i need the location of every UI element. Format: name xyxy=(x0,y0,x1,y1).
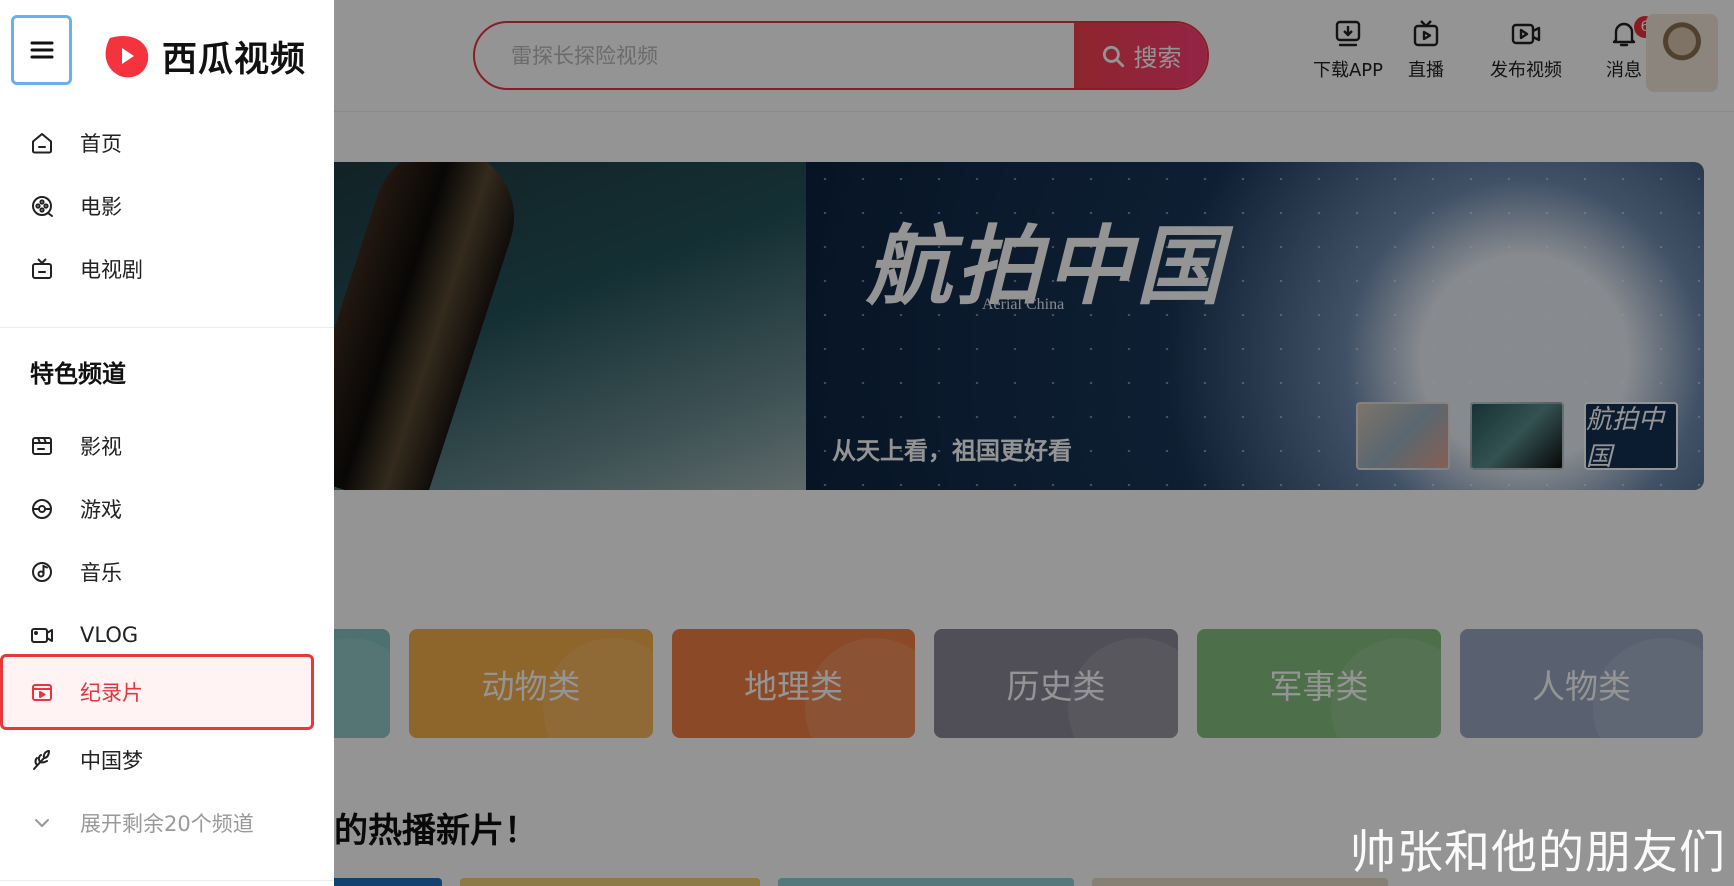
sidebar-item-games[interactable]: 游戏 xyxy=(0,479,334,539)
sidebar-expand-label: 展开剩余20个频道 xyxy=(80,812,254,836)
sidebar-item-label: 音乐 xyxy=(80,561,122,585)
sidebar-item-film-tv[interactable]: 影视 xyxy=(0,416,334,476)
video-card-row xyxy=(300,878,1388,886)
banner-previous-slide xyxy=(300,162,806,490)
sidebar-item-label: 电影 xyxy=(80,195,122,219)
banner-thumb-3[interactable]: 航拍中国 xyxy=(1584,402,1678,472)
category-card-animals[interactable]: 动物类 xyxy=(409,629,653,738)
brush-image xyxy=(300,162,533,490)
avatar[interactable] xyxy=(1646,14,1718,92)
sidebar-item-label: 影视 xyxy=(80,435,122,459)
search-button[interactable]: 搜索 xyxy=(1074,23,1207,88)
clapperboard-icon xyxy=(32,437,52,455)
download-icon xyxy=(1335,20,1361,47)
section-title: 过的热播新片！ xyxy=(300,811,538,851)
video-card[interactable] xyxy=(778,878,1074,886)
search-bar: 搜索 xyxy=(473,21,1209,90)
category-card-history[interactable]: 历史类 xyxy=(934,629,1178,738)
search-input[interactable] xyxy=(475,23,1074,88)
upload-video-icon xyxy=(1511,23,1541,45)
sidebar-item-label: 电视剧 xyxy=(80,258,143,282)
sidebar-drawer: 西瓜视频 首页 电影 电视剧 特色频道 影视 游戏 音乐 VLOG 纪录片 中国… xyxy=(0,0,334,886)
category-card-geography[interactable]: 地理类 xyxy=(672,629,915,738)
banner-thumbnails: 航拍中国 xyxy=(1356,402,1678,472)
sidebar-divider xyxy=(0,880,334,881)
xigua-logo-icon xyxy=(105,35,149,78)
sidebar-item-label: 中国梦 xyxy=(80,749,143,773)
chevron-down-icon xyxy=(35,819,49,827)
live-label: 直播 xyxy=(1408,60,1444,81)
publish-video-label: 发布视频 xyxy=(1490,60,1562,81)
banner-title-en: Aerial China xyxy=(982,296,1065,313)
live-button[interactable]: 直播 xyxy=(1396,18,1456,82)
sidebar-item-documentary[interactable]: 纪录片 xyxy=(0,654,314,730)
tv-icon xyxy=(32,258,52,279)
banner-thumb-2[interactable] xyxy=(1470,402,1564,470)
banner-current-slide: 航拍中国 Aerial China 从天上看，祖国更好看 航拍中国 xyxy=(806,162,1704,490)
sidebar-section-title: 特色频道 xyxy=(30,360,126,388)
banner-caption: 从天上看，祖国更好看 xyxy=(832,437,1072,465)
sidebar-item-movies[interactable]: 电影 xyxy=(0,176,334,236)
sidebar-item-china-dream[interactable]: 中国梦 xyxy=(0,730,334,790)
live-tv-icon xyxy=(1413,20,1439,47)
category-card-military[interactable]: 军事类 xyxy=(1197,629,1441,738)
sidebar-divider xyxy=(0,327,334,328)
sidebar-item-home[interactable]: 首页 xyxy=(0,113,334,173)
wheat-icon xyxy=(33,750,50,770)
video-card[interactable] xyxy=(460,878,760,886)
sidebar-item-music[interactable]: 音乐 xyxy=(0,542,334,602)
sidebar-item-label: VLOG xyxy=(80,623,139,647)
documentary-icon xyxy=(32,684,52,701)
film-reel-icon xyxy=(32,196,53,217)
home-icon xyxy=(32,133,52,154)
camera-icon xyxy=(31,628,53,643)
menu-toggle-button[interactable] xyxy=(11,15,72,85)
sidebar-item-label: 纪录片 xyxy=(80,681,143,705)
header-actions: 下载APP 直播 发布视频 6 消息 xyxy=(1300,16,1656,82)
category-row: 动物类 地理类 历史类 军事类 人物类 xyxy=(300,629,1704,738)
video-card[interactable] xyxy=(1092,878,1388,886)
watermark: 帅张和他的朋友们 xyxy=(1350,825,1726,879)
messages-button[interactable]: 6 消息 xyxy=(1594,16,1656,82)
sidebar-expand-channels[interactable]: 展开剩余20个频道 xyxy=(0,793,334,853)
messages-label: 消息 xyxy=(1606,60,1642,81)
search-button-label: 搜索 xyxy=(1133,44,1182,72)
sidebar-item-label: 游戏 xyxy=(80,498,122,522)
hero-banner[interactable]: 航拍中国 Aerial China 从天上看，祖国更好看 航拍中国 xyxy=(300,162,1704,490)
app-logo[interactable]: 西瓜视频 xyxy=(100,30,306,82)
download-app-label: 下载APP xyxy=(1312,60,1384,81)
download-app-button[interactable]: 下载APP xyxy=(1300,18,1396,82)
banner-logo: 航拍中国 Aerial China xyxy=(866,196,1226,321)
sidebar-item-tv-series[interactable]: 电视剧 xyxy=(0,239,334,299)
hamburger-icon xyxy=(30,41,53,59)
publish-video-button[interactable]: 发布视频 xyxy=(1478,18,1574,82)
sidebar-item-label: 首页 xyxy=(80,132,122,156)
logo-text: 西瓜视频 xyxy=(162,39,307,80)
search-icon xyxy=(1102,45,1124,67)
game-icon xyxy=(32,499,52,519)
music-disc-icon xyxy=(32,562,52,582)
category-card-people[interactable]: 人物类 xyxy=(1460,629,1703,738)
banner-thumb-1[interactable] xyxy=(1356,402,1450,470)
